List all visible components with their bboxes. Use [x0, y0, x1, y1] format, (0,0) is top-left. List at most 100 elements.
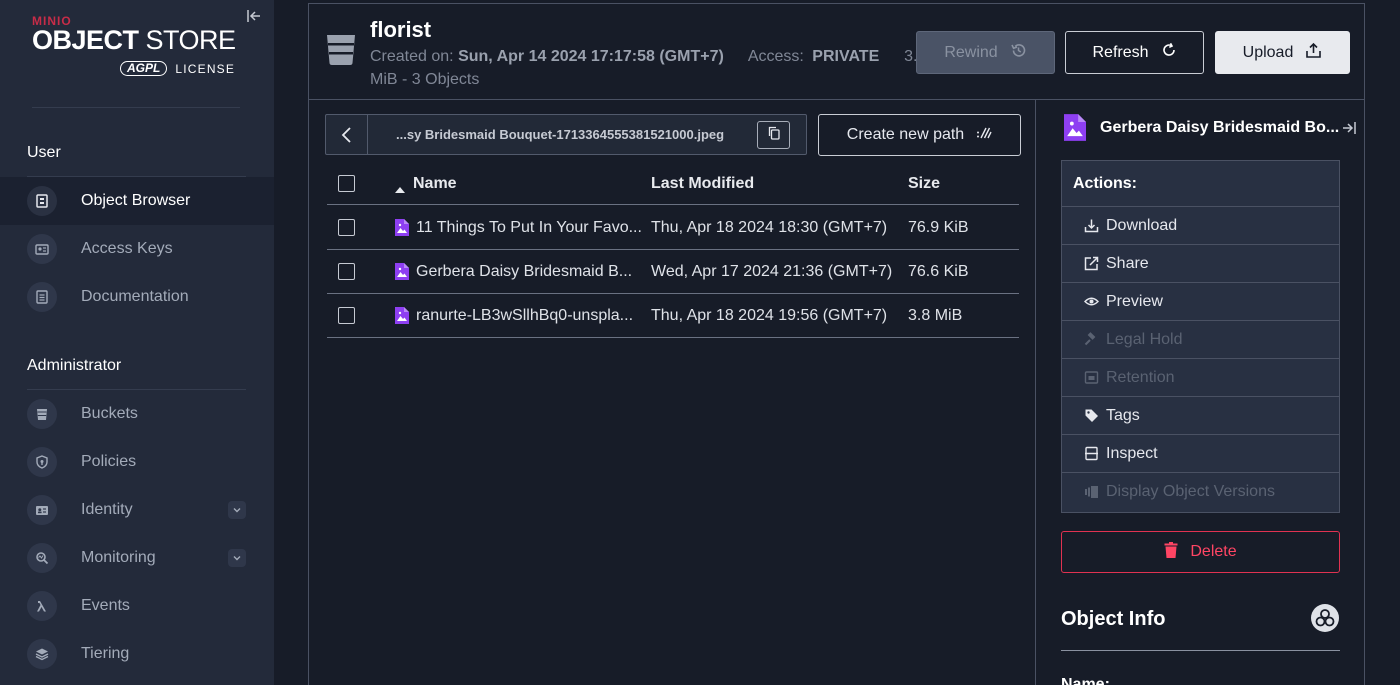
copy-path-button[interactable] — [757, 121, 790, 149]
action-legal-hold[interactable]: Legal Hold — [1062, 320, 1339, 358]
sidebar: MINIO OBJECT STORE AGPL LICENSE User Obj… — [0, 0, 274, 685]
row-size: 3.8 MiB — [908, 307, 963, 324]
section-admin-title: Administrator — [27, 357, 122, 374]
sidebar-item-label: Events — [81, 597, 130, 614]
bucket-icon — [27, 399, 57, 429]
sidebar-item-label: Policies — [81, 453, 137, 470]
refresh-button[interactable]: Refresh — [1065, 31, 1204, 74]
sidebar-item-object-browser[interactable]: Object Browser — [0, 177, 274, 225]
access-label: Access: — [747, 48, 804, 65]
monitoring-icon — [27, 543, 57, 573]
created-value: Sun, Apr 14 2024 17:17:58 (GMT+7) — [458, 48, 724, 65]
download-icon — [1084, 218, 1099, 233]
row-checkbox[interactable] — [338, 219, 355, 236]
collapse-sidebar-icon[interactable] — [246, 8, 264, 26]
logo-license: AGPL LICENSE — [120, 61, 235, 76]
versions-icon — [1084, 484, 1099, 499]
share-icon — [1084, 256, 1099, 271]
create-path-label: Create new path — [846, 126, 965, 143]
bucket-meta: Created on: Sun, Apr 14 2024 17:17:58 (G… — [370, 48, 926, 66]
image-file-icon — [395, 219, 409, 236]
row-name: 11 Things To Put In Your Favo... — [416, 219, 642, 236]
select-all-checkbox[interactable] — [338, 175, 355, 192]
create-new-path-button[interactable]: Create new path — [818, 114, 1021, 156]
action-preview[interactable]: Preview — [1062, 282, 1339, 320]
action-inspect[interactable]: Inspect — [1062, 434, 1339, 472]
close-panel-icon[interactable] — [1341, 120, 1357, 136]
actions-menu: Actions: Download Share Preview Legal Ho… — [1061, 160, 1340, 513]
sidebar-item-buckets[interactable]: Buckets — [0, 390, 274, 438]
sort-asc-icon[interactable] — [395, 181, 405, 199]
path-breadcrumb: ...sy Bridesmaid Bouquet-171336455538152… — [325, 114, 807, 155]
row-modified: Thu, Apr 18 2024 19:56 (GMT+7) — [651, 307, 888, 324]
object-info-title: Object Info — [1061, 608, 1166, 630]
created-label: Created on: — [370, 48, 454, 65]
action-download[interactable]: Download — [1062, 206, 1339, 244]
upload-label: Upload — [1242, 43, 1294, 61]
action-share[interactable]: Share — [1062, 244, 1339, 282]
image-file-icon — [1064, 114, 1086, 141]
sidebar-item-monitoring[interactable]: Monitoring — [0, 534, 274, 582]
current-path: ...sy Bridesmaid Bouquet-171336455538152… — [396, 127, 725, 142]
action-label: Tags — [1106, 407, 1140, 424]
actions-title: Actions: — [1073, 175, 1137, 192]
image-file-icon — [395, 263, 409, 280]
sidebar-item-access-keys[interactable]: Access Keys — [0, 225, 274, 273]
panel-divider — [1035, 100, 1036, 685]
column-last-modified[interactable]: Last Modified — [651, 175, 754, 193]
name-label: Name: — [1061, 676, 1110, 685]
object-info-divider — [1061, 650, 1340, 651]
chevron-down-icon[interactable] — [228, 549, 246, 567]
object-browser-icon — [27, 186, 57, 216]
access-value: PRIVATE — [812, 48, 880, 65]
action-label: Legal Hold — [1106, 331, 1183, 348]
section-user-title: User — [27, 144, 61, 161]
sidebar-item-tiering[interactable]: Tiering — [0, 630, 274, 678]
sidebar-item-events[interactable]: Events — [0, 582, 274, 630]
chevron-down-icon[interactable] — [228, 501, 246, 519]
agpl-badge: AGPL — [120, 61, 168, 76]
action-retention[interactable]: Retention — [1062, 358, 1339, 396]
row-size: 76.9 KiB — [908, 219, 969, 236]
action-label: Preview — [1106, 293, 1163, 310]
copy-icon — [767, 126, 781, 145]
column-name[interactable]: Name — [413, 175, 457, 193]
object-title: Gerbera Daisy Bridesmaid Bo... — [1100, 119, 1340, 136]
sidebar-item-label: Identity — [81, 501, 133, 518]
delete-button[interactable]: Delete — [1061, 531, 1340, 573]
table-header: Name Last Modified Size — [327, 162, 1019, 205]
row-modified: Wed, Apr 17 2024 21:36 (GMT+7) — [651, 263, 893, 280]
sidebar-item-label: Buckets — [81, 405, 138, 422]
row-name: Gerbera Daisy Bridesmaid B... — [416, 263, 633, 280]
action-label: Retention — [1106, 369, 1175, 386]
sidebar-item-identity[interactable]: Identity — [0, 486, 274, 534]
table-row[interactable]: ranurte-LB3wSllhBq0-unspla... Thu, Apr 1… — [327, 294, 1019, 338]
table-row[interactable]: 11 Things To Put In Your Favo... Thu, Ap… — [327, 206, 1019, 250]
upload-button[interactable]: Upload — [1215, 31, 1350, 74]
row-size: 76.6 KiB — [908, 263, 969, 280]
bucket-header: florist Created on: Sun, Apr 14 2024 17:… — [308, 3, 1365, 100]
shield-icon — [27, 447, 57, 477]
column-size[interactable]: Size — [908, 175, 940, 193]
sidebar-item-policies[interactable]: Policies — [0, 438, 274, 486]
table-row[interactable]: Gerbera Daisy Bridesmaid B... Wed, Apr 1… — [327, 250, 1019, 294]
rewind-button[interactable]: Rewind — [916, 31, 1055, 74]
refresh-icon — [1161, 42, 1177, 63]
row-checkbox[interactable] — [338, 307, 355, 324]
action-tags[interactable]: Tags — [1062, 396, 1339, 434]
metadata-icon[interactable] — [1311, 604, 1339, 632]
trash-icon — [1164, 541, 1178, 563]
bucket-size-count: MiB - 3 Objects — [370, 71, 480, 88]
history-icon — [1010, 42, 1027, 64]
upload-icon — [1305, 42, 1322, 64]
row-checkbox[interactable] — [338, 263, 355, 280]
refresh-label: Refresh — [1092, 43, 1149, 61]
row-modified: Thu, Apr 18 2024 18:30 (GMT+7) — [651, 219, 888, 236]
access-keys-icon — [27, 234, 57, 264]
retention-icon — [1084, 370, 1099, 385]
sidebar-item-documentation[interactable]: Documentation — [0, 273, 274, 321]
sidebar-item-label: Monitoring — [81, 549, 156, 566]
action-display-object-versions[interactable]: Display Object Versions — [1062, 472, 1339, 510]
back-button[interactable] — [326, 115, 368, 154]
tag-icon — [1084, 408, 1099, 423]
